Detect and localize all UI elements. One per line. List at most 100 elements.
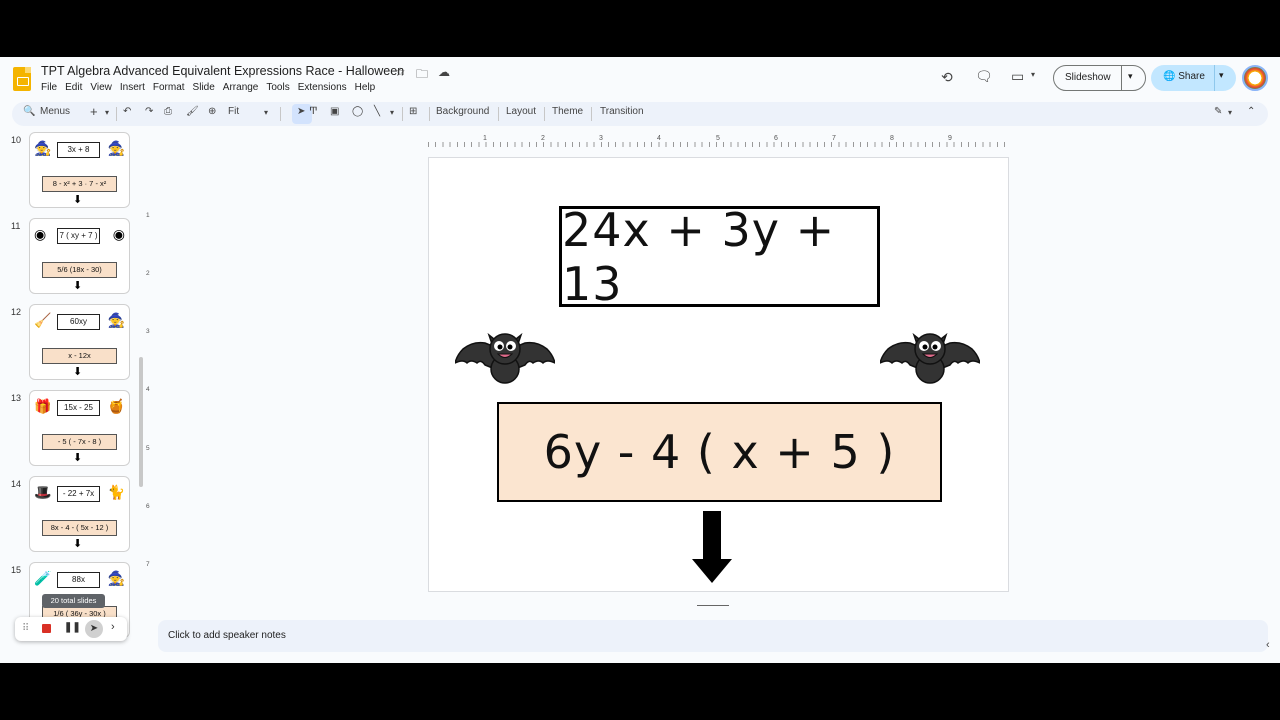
zoom-icon[interactable]: ⊕ — [208, 106, 216, 117]
document-title[interactable]: TPT Algebra Advanced Equivalent Expressi… — [41, 64, 404, 78]
answer-box[interactable]: 6y - 4 ( x + 5 ) — [497, 402, 942, 502]
comments-icon[interactable]: 🗨 — [975, 68, 993, 85]
slide-thumbnail-12[interactable]: 🧹 60xy 🧙 x - 12x ⬇ — [29, 304, 130, 380]
drag-handle-icon[interactable]: ⠿ — [22, 623, 29, 634]
zoom-dropdown-icon[interactable]: ▾ — [264, 108, 268, 117]
slideshow-dropdown-icon[interactable]: ▾ — [1128, 71, 1133, 82]
question-expression: 24x + 3y + 13 — [562, 202, 836, 311]
background-button[interactable]: Background — [436, 106, 489, 117]
slide-number: 12 — [11, 307, 22, 317]
question-box[interactable]: 24x + 3y + 13 — [559, 202, 880, 311]
pause-icon[interactable]: ❚❚ — [64, 622, 81, 633]
meet-icon[interactable]: ▭ — [1011, 68, 1024, 85]
layout-button[interactable]: Layout — [506, 106, 536, 117]
witch-hat-icon: 🧙 — [107, 312, 125, 328]
cauldron-icon: 🍯 — [107, 398, 125, 414]
cloud-status-icon[interactable]: ☁ — [437, 65, 451, 86]
theme-button[interactable]: Theme — [552, 106, 583, 117]
ruler-label: 8 — [890, 135, 894, 142]
print-icon[interactable]: ⎙ — [164, 106, 172, 117]
slide-number: 11 — [11, 221, 21, 231]
undo-icon[interactable]: ↶ — [123, 106, 131, 117]
answer-expression: 6y - 4 ( x + 5 ) — [543, 425, 896, 479]
redo-icon[interactable]: ↷ — [145, 106, 153, 117]
thumb-answer: x - 12x — [42, 348, 117, 364]
edit-mode-dropdown-icon[interactable]: ▾ — [1228, 108, 1232, 117]
vertical-ruler[interactable]: 1 2 3 4 5 6 7 — [146, 157, 156, 597]
menu-edit[interactable]: Edit — [65, 82, 87, 93]
filmstrip-scrollbar[interactable] — [139, 357, 143, 487]
eyeball-icon: ◉ — [34, 226, 47, 242]
menu-format[interactable]: Format — [153, 82, 190, 93]
menus-search[interactable]: Menus — [40, 106, 70, 117]
meet-dropdown-icon[interactable]: ▾ — [1031, 70, 1035, 79]
edit-mode-icon[interactable]: ✎ — [1214, 106, 1222, 117]
slide-canvas[interactable]: 24x + 3y + 13 6y - 4 ( x + 5 ) — [428, 157, 1009, 592]
cat-icon: 🐈 — [107, 484, 125, 500]
slide-thumbnail-13[interactable]: 🎁 15x - 25 🍯 - 5 ( - 7x - 8 ) ⬇ — [29, 390, 130, 466]
collapse-toolbar-icon[interactable]: ⌃ — [1247, 106, 1255, 117]
ruler-label: 5 — [716, 135, 720, 142]
thumb-answer: 8x - 4 - ( 5x - 12 ) — [42, 520, 117, 536]
share-button[interactable]: 🌐 Share ▾ — [1151, 65, 1236, 91]
chevron-right-icon[interactable]: › — [111, 621, 115, 633]
ruler-label: 6 — [774, 135, 778, 142]
slide-thumbnail-11[interactable]: ◉ 7 ( xy + 7 ) ◉ 5/6 (18x - 30) ⬇ — [29, 218, 130, 294]
new-slide-dropdown-icon[interactable]: ▾ — [105, 108, 109, 117]
menu-file[interactable]: File — [41, 82, 62, 93]
ruler-label: 1 — [146, 212, 150, 219]
add-comment-icon[interactable]: ⊞ — [409, 106, 417, 117]
box-icon: 🎁 — [34, 398, 52, 414]
menu-extensions[interactable]: Extensions — [298, 82, 352, 93]
witch-icon: 🧙 — [107, 570, 125, 586]
transition-button[interactable]: Transition — [600, 106, 644, 117]
account-avatar[interactable] — [1242, 65, 1268, 91]
slide-thumbnail-10[interactable]: 🧙 3x + 8 🧙 8 - x² + 3 · 7 - x² ⬇ — [29, 132, 130, 208]
thumb-expression: 3x + 8 — [57, 142, 100, 158]
slides-app: TPT Algebra Advanced Equivalent Expressi… — [0, 57, 1280, 663]
filmstrip: 10 🧙 3x + 8 🧙 8 - x² + 3 · 7 - x² ⬇ 11 ◉… — [0, 132, 148, 663]
slide-thumbnail-14[interactable]: 🎩 - 22 + 7x 🐈 8x - 4 - ( 5x - 12 ) ⬇ — [29, 476, 130, 552]
recording-toolbar: ⠿ ❚❚ ➤ › — [15, 617, 127, 641]
menu-slide[interactable]: Slide — [193, 82, 220, 93]
new-slide-icon[interactable]: + — [90, 104, 98, 119]
ruler-label: 2 — [541, 135, 545, 142]
slideshow-button[interactable]: Slideshow ▾ — [1053, 65, 1146, 91]
menu-tools[interactable]: Tools — [266, 82, 294, 93]
share-dropdown-icon[interactable]: ▾ — [1219, 70, 1224, 81]
select-tool-icon[interactable]: ➤ — [297, 106, 305, 117]
shape-icon[interactable]: ◯ — [352, 106, 363, 117]
menu-view[interactable]: View — [90, 82, 117, 93]
thumb-answer: 5/6 (18x - 30) — [42, 262, 117, 278]
cursor-icon[interactable]: ➤ — [85, 620, 103, 638]
slide-number: 10 — [11, 135, 22, 145]
menu-help[interactable]: Help — [355, 82, 381, 93]
zoom-select[interactable]: Fit — [228, 106, 239, 117]
ruler-label: 9 — [948, 135, 952, 142]
hat-icon: 🎩 — [34, 484, 52, 500]
line-icon[interactable]: ╲ — [374, 106, 380, 117]
speaker-notes[interactable]: Click to add speaker notes — [158, 620, 1268, 652]
line-dropdown-icon[interactable]: ▾ — [390, 108, 394, 117]
text-box-icon[interactable]: Ͳ — [309, 106, 318, 117]
down-arrow-icon: ⬇ — [73, 538, 83, 550]
paint-format-icon[interactable]: 🖌 — [186, 106, 199, 117]
ruler-label: 5 — [146, 445, 150, 452]
chevron-left-icon[interactable]: ‹ — [1266, 639, 1270, 651]
horizontal-ruler[interactable]: 1 2 3 4 5 6 7 8 9 — [428, 135, 1009, 147]
version-history-icon[interactable]: ⟲ — [941, 69, 953, 86]
toolbar: 🔍 Menus + ▾ ↶ ↷ ⎙ 🖌 ⊕ Fit ▾ ➤ Ͳ ▣ ◯ ╲ ▾ … — [12, 102, 1268, 126]
slides-logo-icon[interactable] — [13, 67, 31, 91]
down-arrow-icon: ⬇ — [73, 452, 83, 464]
stop-recording-icon[interactable] — [42, 624, 51, 633]
ruler-label: 7 — [832, 135, 836, 142]
search-icon[interactable]: 🔍 — [23, 106, 35, 117]
speaker-notes-placeholder: Click to add speaker notes — [168, 630, 286, 641]
move-folder-icon[interactable]: 🗀 — [415, 65, 429, 86]
ruler-label: 3 — [599, 135, 603, 142]
image-icon[interactable]: ▣ — [330, 106, 339, 117]
notes-resize-handle[interactable] — [697, 605, 729, 606]
menu-insert[interactable]: Insert — [120, 82, 150, 93]
menu-arrange[interactable]: Arrange — [223, 82, 264, 93]
star-icon[interactable]: ☆ — [393, 65, 407, 86]
